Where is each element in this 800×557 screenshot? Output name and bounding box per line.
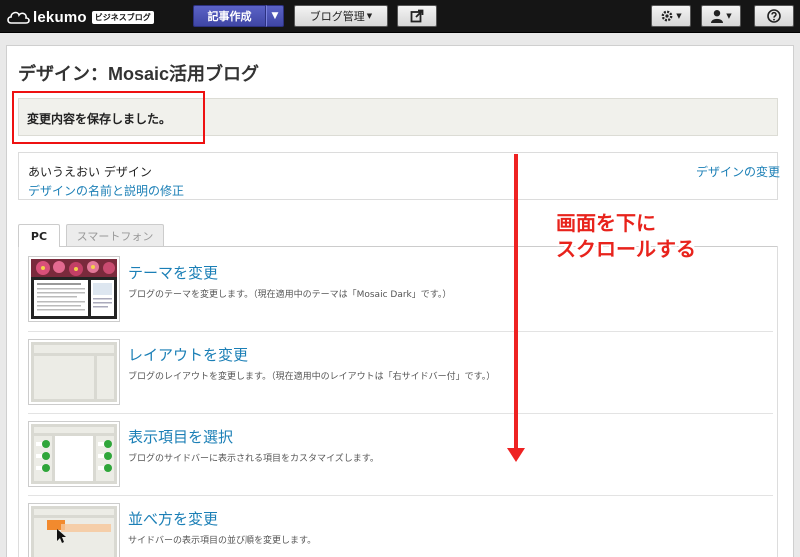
caret-down-icon: ▼	[726, 12, 732, 20]
theme-preview-image	[31, 259, 117, 319]
scroll-annotation-line	[514, 154, 518, 454]
annotation-text-line2: スクロールする	[556, 237, 696, 261]
view-blog-button[interactable]	[397, 5, 437, 27]
gear-icon	[661, 10, 673, 22]
design-edit-link[interactable]: デザインの名前と説明の修正	[28, 182, 184, 199]
reorder-thumbnail[interactable]	[28, 503, 120, 557]
new-post-dropdown-button[interactable]: ▼	[266, 5, 284, 27]
annotation-text-line1: 画面を下に	[556, 211, 656, 235]
caret-down-icon: ▼	[366, 12, 373, 20]
logo-text: lekumo	[33, 8, 87, 26]
item-divider	[28, 495, 773, 496]
new-post-button[interactable]: 記事作成	[193, 5, 266, 27]
reorder-link[interactable]: 並べ方を変更	[128, 508, 218, 529]
change-layout-link[interactable]: レイアウトを変更	[128, 344, 248, 365]
design-change-link[interactable]: デザインの変更	[696, 163, 780, 180]
tab-pc[interactable]: PC	[18, 224, 60, 247]
logo-badge: ビジネスブログ	[91, 10, 154, 24]
new-post-button-group: 記事作成 ▼	[193, 5, 284, 27]
blog-management-label: ブログ管理	[309, 10, 365, 23]
display-items-preview-image	[31, 424, 117, 484]
external-link-icon	[410, 9, 424, 23]
tab-smartphone[interactable]: スマートフォン	[66, 224, 164, 246]
scroll-annotation-arrowhead	[507, 448, 525, 462]
blog-management-menu[interactable]: ブログ管理 ▼	[294, 5, 388, 27]
change-theme-desc: ブログのテーマを変更します。（現在適用中のテーマは「Mosaic Dark」です…	[128, 290, 452, 300]
item-divider	[28, 331, 773, 332]
caret-down-icon: ▼	[676, 12, 682, 20]
help-button[interactable]	[754, 5, 794, 27]
caret-down-icon: ▼	[271, 11, 279, 21]
layout-preview-image	[31, 342, 117, 402]
help-icon	[767, 9, 781, 23]
layout-thumbnail[interactable]	[28, 339, 120, 405]
page-title: デザイン：Mosaic活用ブログ	[18, 64, 260, 84]
user-icon	[711, 10, 724, 23]
highlight-frame	[12, 91, 205, 144]
lekumo-logo[interactable]: lekumo ビジネスブログ	[6, 6, 154, 28]
item-divider	[28, 413, 773, 414]
change-layout-desc: ブログのレイアウトを変更します。（現在適用中のレイアウトは「右サイドバー付」です…	[128, 372, 496, 382]
reorder-preview-image	[31, 506, 117, 557]
change-theme-link[interactable]: テーマを変更	[128, 262, 218, 283]
select-display-items-desc: ブログのサイドバーに表示される項目をカスタマイズします。	[128, 454, 379, 464]
select-display-items-link[interactable]: 表示項目を選択	[128, 426, 233, 447]
reorder-desc: サイドバーの表示項目の並び順を変更します。	[128, 536, 317, 546]
design-name: あいうえおい デザイン	[28, 165, 152, 179]
theme-thumbnail[interactable]	[28, 256, 120, 322]
user-menu-button[interactable]: ▼	[701, 5, 741, 27]
display-items-thumbnail[interactable]	[28, 421, 120, 487]
cloud-logo-icon	[7, 11, 30, 24]
settings-menu-button[interactable]: ▼	[651, 5, 691, 27]
top-navigation-bar: lekumo ビジネスブログ 記事作成 ▼ ブログ管理 ▼ ▼ ▼	[0, 0, 800, 33]
